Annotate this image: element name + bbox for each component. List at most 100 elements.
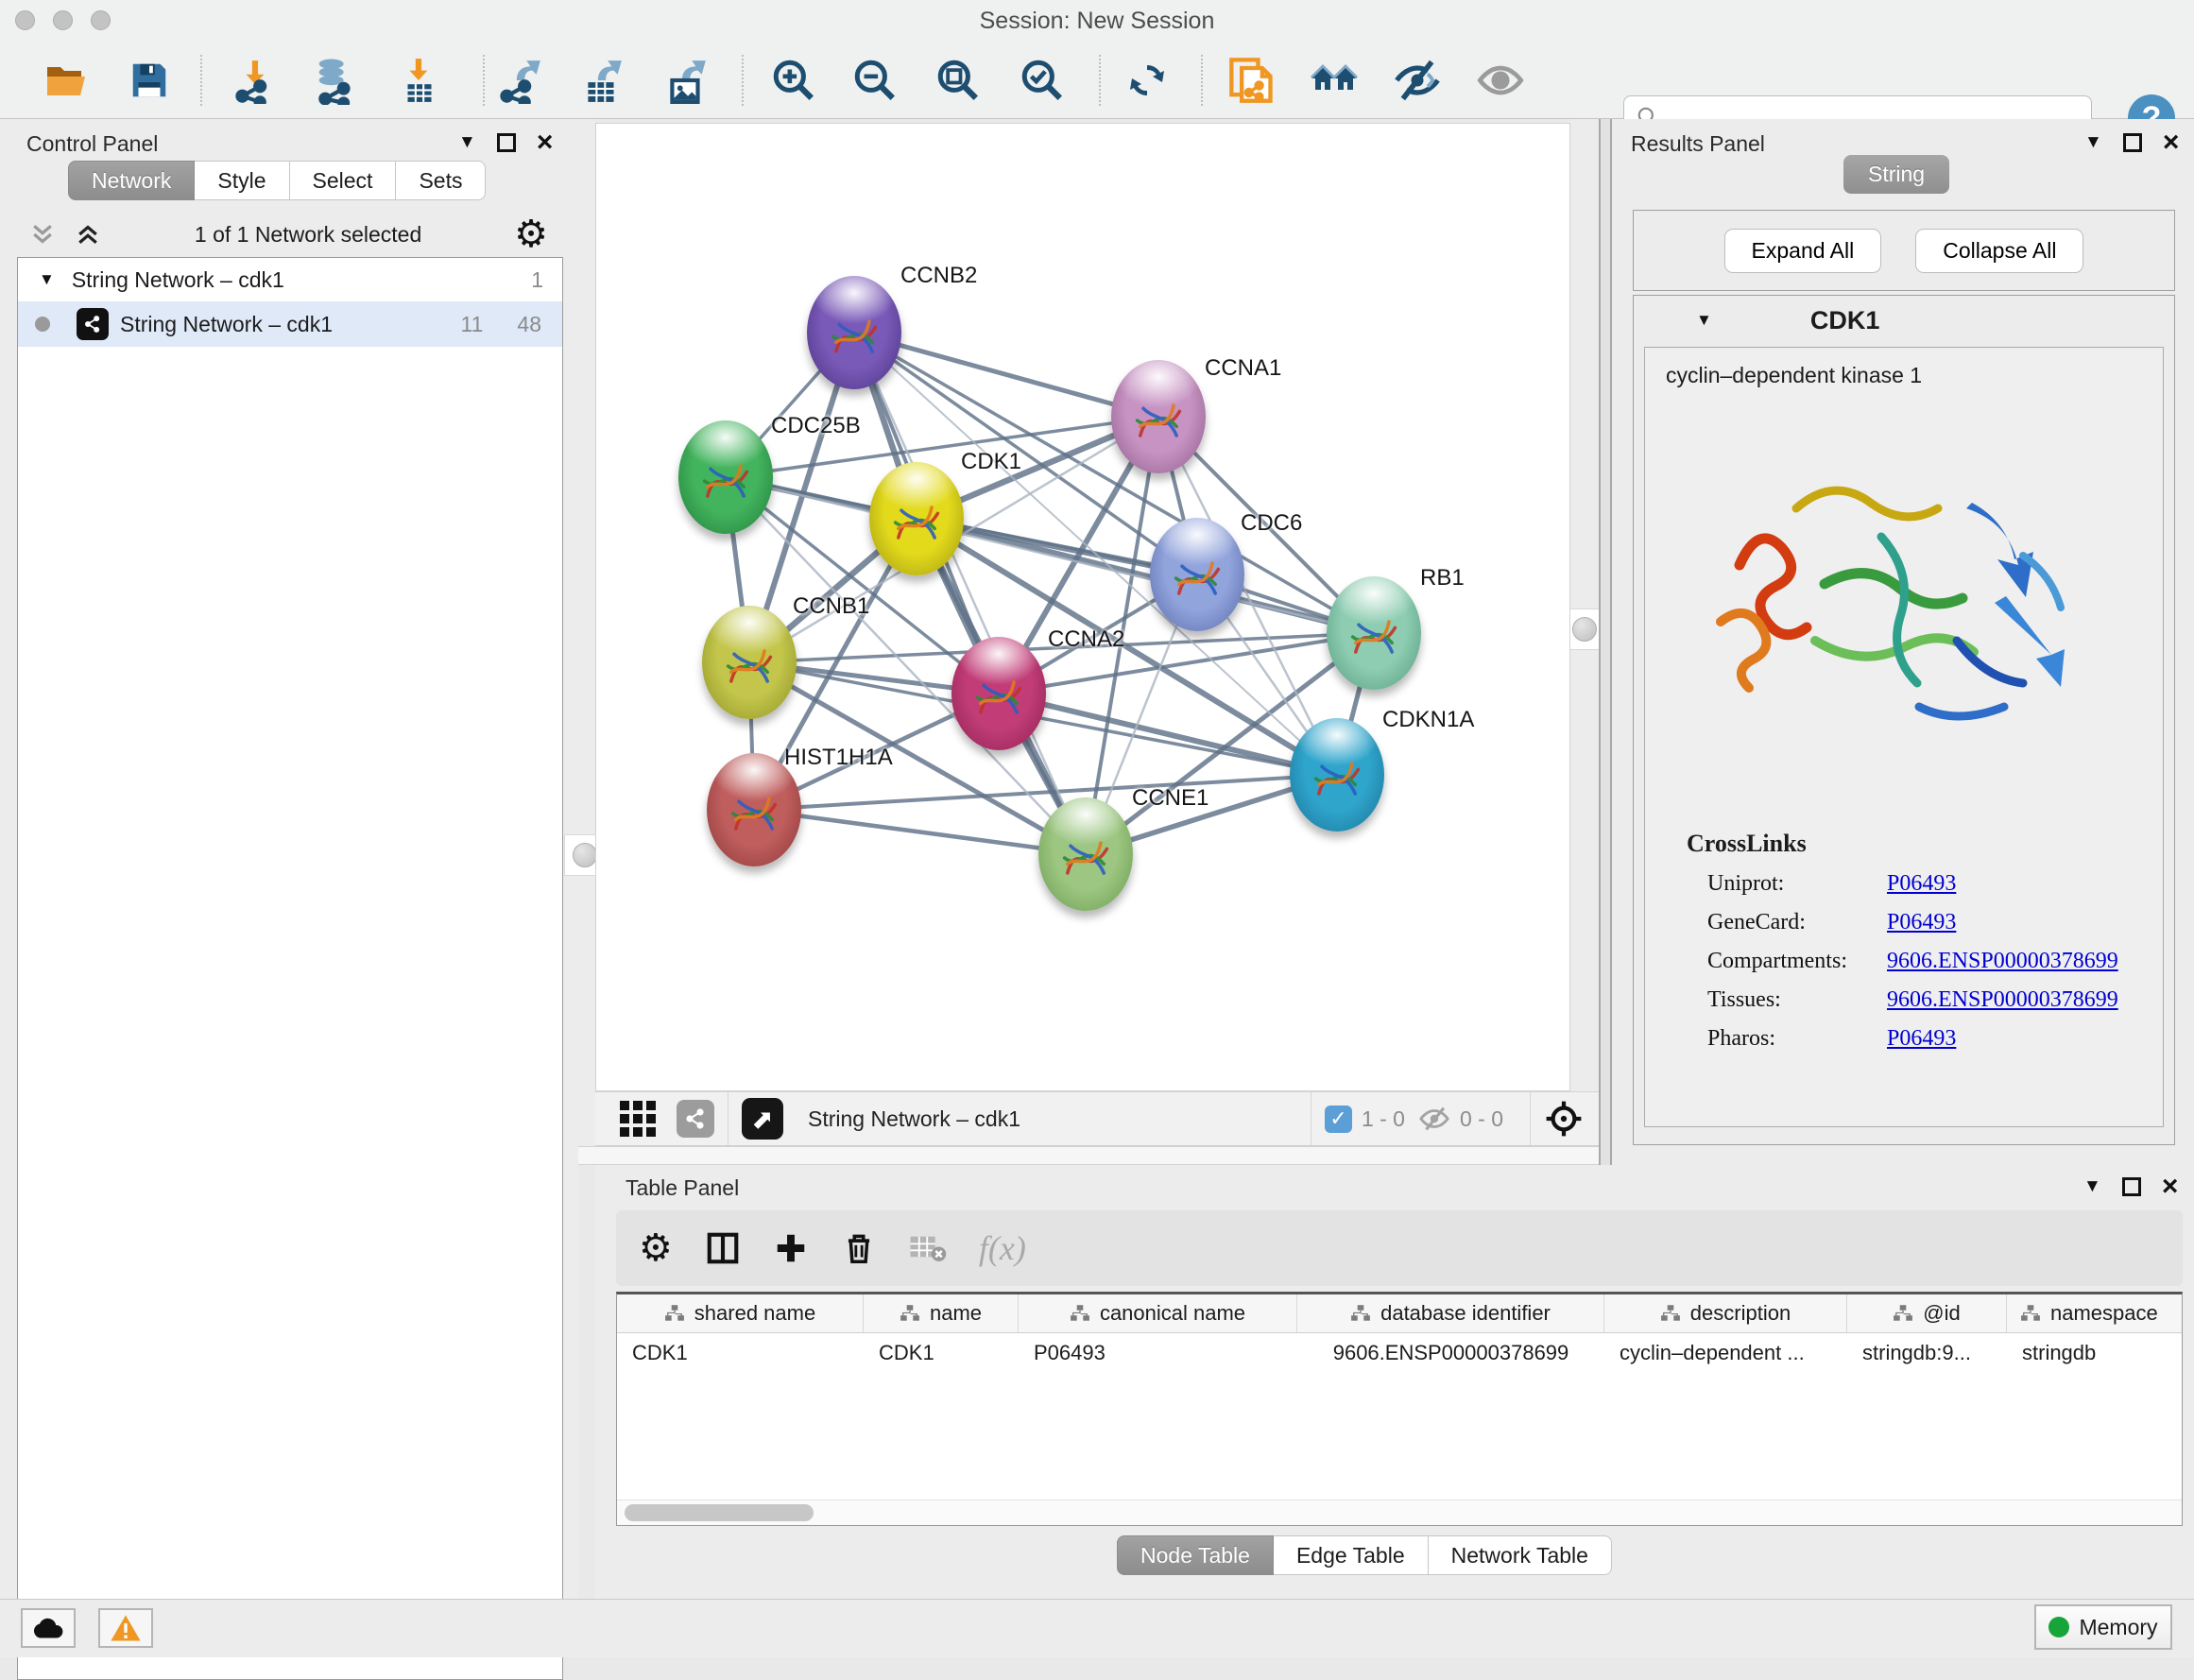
node-label-CCNA1: CCNA1 [1205, 355, 1281, 382]
network-node-CCNE1[interactable] [1038, 797, 1133, 911]
column-header-shared-name[interactable]: shared name [617, 1294, 864, 1332]
delete-trash-icon[interactable] [841, 1230, 877, 1266]
network-node-CDKN1A[interactable] [1290, 718, 1384, 831]
zoom-selected-button[interactable] [1016, 54, 1069, 107]
network-node-CDC6[interactable] [1150, 518, 1244, 631]
split-view-icon[interactable] [705, 1230, 741, 1266]
table-row[interactable]: CDK1 CDK1 P06493 9606.ENSP00000378699 cy… [617, 1333, 2183, 1373]
selected-items-checkbox-icon[interactable]: ✓ [1325, 1106, 1352, 1133]
network-collection-row[interactable]: ▼ String Network – cdk1 1 [18, 258, 562, 301]
network-node-CCNA2[interactable] [951, 637, 1046, 750]
birds-eye-view-icon[interactable] [1544, 1099, 1584, 1139]
table-settings-gear-icon[interactable]: ⚙ [639, 1229, 673, 1267]
scrollbar-thumb[interactable] [625, 1504, 814, 1521]
table-horizontal-scrollbar[interactable] [617, 1500, 2182, 1525]
open-in-new-window-button[interactable]: ⬈ [742, 1098, 783, 1140]
tab-node-table[interactable]: Node Table [1117, 1535, 1274, 1575]
new-network-from-selection-button[interactable] [1226, 54, 1278, 107]
network-canvas[interactable]: CCNB2CCNA1CDC25BCDK1CDC6RB1CCNB1CCNA2CDK… [595, 123, 1570, 1091]
column-header-namespace[interactable]: namespace [2007, 1294, 2183, 1332]
collection-expander-icon[interactable]: ▼ [39, 270, 55, 289]
cloud-services-button[interactable] [21, 1608, 76, 1648]
cell-canonical-name[interactable]: P06493 [1019, 1333, 1297, 1373]
collapse-all-button[interactable]: Collapse All [1915, 229, 2083, 273]
add-column-icon[interactable] [773, 1230, 809, 1266]
tab-sets[interactable]: Sets [396, 161, 486, 200]
cell-shared-name[interactable]: CDK1 [617, 1333, 864, 1373]
float-panel-icon[interactable] [2123, 133, 2142, 152]
export-network-button[interactable] [494, 54, 547, 107]
tab-select[interactable]: Select [290, 161, 397, 200]
memory-button[interactable]: Memory [2034, 1604, 2172, 1650]
network-node-CCNB2[interactable] [807, 276, 901, 389]
import-network-from-database-button[interactable] [309, 54, 362, 107]
toolbar-separator [1530, 1092, 1531, 1145]
export-image-button[interactable] [660, 54, 712, 107]
tab-string[interactable]: String [1843, 155, 1949, 194]
close-panel-icon[interactable]: × [2162, 1177, 2179, 1196]
column-header-canonical-name[interactable]: canonical name [1019, 1294, 1297, 1332]
tab-network[interactable]: Network [68, 161, 195, 200]
hide-selected-button[interactable] [1391, 54, 1444, 107]
cell-id[interactable]: stringdb:9... [1847, 1333, 2007, 1373]
results-panel-divider[interactable] [1599, 119, 1612, 1165]
grid-mode-icon[interactable] [620, 1101, 656, 1137]
expand-all-button[interactable]: Expand All [1724, 229, 1882, 273]
float-panel-icon[interactable] [2122, 1177, 2141, 1196]
collapse-all-icon[interactable] [28, 220, 57, 249]
import-table-icon [396, 57, 443, 104]
close-panel-icon[interactable]: × [537, 133, 554, 152]
apply-preferred-layout-button[interactable] [1121, 54, 1174, 107]
crosslink-pharos-link[interactable]: P06493 [1887, 1026, 1956, 1052]
tab-style[interactable]: Style [195, 161, 289, 200]
network-share-icon[interactable] [677, 1100, 714, 1138]
column-header-name[interactable]: name [864, 1294, 1019, 1332]
panel-menu-icon[interactable]: ▼ [458, 132, 476, 153]
cell-namespace[interactable]: stringdb [2007, 1333, 2183, 1373]
import-network-button[interactable] [230, 54, 283, 107]
warnings-button[interactable] [98, 1608, 153, 1648]
left-splitter[interactable] [578, 119, 595, 1146]
cell-description[interactable]: cyclin–dependent ... [1604, 1333, 1847, 1373]
import-table-button[interactable] [393, 54, 446, 107]
zoom-in-button[interactable] [767, 54, 820, 107]
network-node-CDK1[interactable] [869, 462, 964, 575]
network-edge-count: 48 [517, 312, 541, 337]
crosslink-compartments-link[interactable]: 9606.ENSP00000378699 [1887, 949, 2118, 974]
column-header-description[interactable]: description [1604, 1294, 1847, 1332]
crosslink-uniprot-link[interactable]: P06493 [1887, 871, 1956, 897]
column-header-database-identifier[interactable]: database identifier [1297, 1294, 1604, 1332]
first-neighbors-button[interactable] [1308, 54, 1361, 107]
crosslink-genecard-link[interactable]: P06493 [1887, 910, 1956, 935]
tab-network-table[interactable]: Network Table [1429, 1535, 1612, 1575]
refresh-layout-icon [1124, 58, 1170, 103]
save-session-button[interactable] [123, 54, 176, 107]
zoom-out-icon [851, 57, 899, 104]
node-label-CCNA2: CCNA2 [1048, 626, 1124, 653]
selected-counts: 1 - 0 [1362, 1106, 1405, 1132]
zoom-fit-button[interactable] [932, 54, 985, 107]
memory-label: Memory [2079, 1615, 2157, 1640]
crosslink-tissues-link[interactable]: 9606.ENSP00000378699 [1887, 987, 2118, 1013]
float-panel-icon[interactable] [497, 133, 516, 152]
export-table-button[interactable] [575, 54, 628, 107]
network-row-selected[interactable]: String Network – cdk1 11 48 [18, 301, 562, 347]
panel-menu-icon[interactable]: ▼ [2084, 132, 2102, 153]
panel-menu-icon[interactable]: ▼ [2083, 1176, 2101, 1197]
column-header-id[interactable]: @id [1847, 1294, 2007, 1332]
network-node-RB1[interactable] [1327, 576, 1421, 690]
network-node-CCNA1[interactable] [1111, 360, 1206, 473]
hidden-items-eye-icon [1418, 1103, 1450, 1135]
network-node-CCNB1[interactable] [702, 606, 797, 719]
cell-database-identifier[interactable]: 9606.ENSP00000378699 [1297, 1333, 1604, 1373]
show-hide-details-button[interactable] [1474, 54, 1527, 107]
open-session-button[interactable] [40, 54, 93, 107]
close-panel-icon[interactable]: × [2163, 133, 2180, 152]
entry-expander-icon[interactable]: ▼ [1696, 311, 1712, 330]
tab-edge-table[interactable]: Edge Table [1274, 1535, 1429, 1575]
expand-all-icon[interactable] [74, 220, 102, 249]
network-options-gear-icon[interactable]: ⚙ [514, 215, 548, 253]
network-node-CDC25B[interactable] [678, 420, 773, 534]
cell-name[interactable]: CDK1 [864, 1333, 1019, 1373]
zoom-out-button[interactable] [848, 54, 901, 107]
